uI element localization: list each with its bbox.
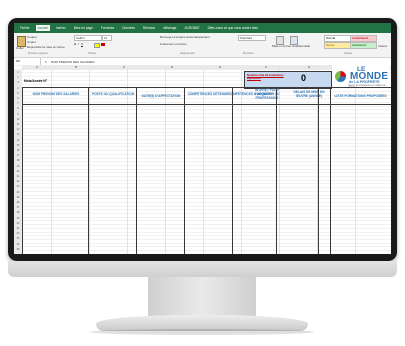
fx-icon[interactable]: fx — [41, 60, 51, 64]
group-label-clipboard: Presse-papiers — [28, 51, 49, 55]
header-interet-formation: INTERET POUR FORMATION OU PROFESSIONS — [254, 88, 280, 100]
bold-button[interactable]: G — [74, 42, 76, 46]
font-name-select[interactable]: Calibri — [74, 35, 102, 41]
tab-insert[interactable]: Insérer — [54, 25, 68, 31]
stand-shadow — [90, 329, 314, 335]
ribbon-tabs: Fichier Accueil Insérer Mise en page For… — [14, 23, 391, 33]
header-dates-affectation: DATE(S) D'AFFECTATION — [141, 94, 181, 98]
style-neutral[interactable]: Neutre — [324, 42, 351, 49]
row-number[interactable]: 35 — [14, 246, 22, 252]
paste-button[interactable]: Coller — [16, 46, 24, 50]
style-bad[interactable]: Insatisfaisant — [350, 35, 377, 42]
cut-button[interactable]: Couper — [27, 35, 37, 39]
header-poste: POSTE OU QUALIFICATION — [91, 92, 135, 96]
total-formations-value[interactable]: 0 — [301, 73, 306, 83]
group-label-alignment: Alignement — [180, 51, 196, 55]
column-header-d[interactable]: D — [148, 65, 197, 70]
ribbon-home: Coller Couper Copier Reproduire la mise … — [14, 33, 391, 58]
header-competences-detenues: COMPETENCES DETENUES — [187, 92, 231, 96]
tab-acrobat[interactable]: ACROBAT — [182, 25, 201, 31]
tab-data[interactable]: Données — [120, 25, 137, 31]
month-year-label: Mois/Année N° — [24, 79, 48, 83]
style-normal[interactable]: Normal — [324, 35, 351, 42]
tab-page-layout[interactable]: Mise en page — [72, 25, 95, 31]
monitor-stand-neck — [148, 277, 256, 317]
header-liste-formations: LISTE FORMATIONS PROPOSEES — [334, 94, 387, 98]
tab-review[interactable]: Révision — [141, 25, 157, 31]
monitor-frame: Fichier Accueil Insérer Mise en page For… — [8, 18, 397, 261]
formula-input[interactable]: NOM PRENOM DES SALARIES — [51, 60, 95, 64]
monitor-chin — [8, 261, 397, 277]
formation-table — [22, 87, 391, 254]
format-painter-button[interactable]: Reproduire la mise en forme — [27, 45, 65, 49]
column-header-b[interactable]: B — [52, 65, 101, 70]
group-label-styles: Styles — [344, 51, 353, 55]
group-label-font: Police — [88, 51, 97, 55]
total-formations-label: Nombre total de formations exprimées — [247, 73, 284, 81]
tab-view[interactable]: Affichage — [161, 25, 178, 31]
column-header-f[interactable]: F — [244, 65, 289, 70]
merge-center-button[interactable]: Fusionner et centrer — [160, 42, 187, 46]
tab-formulas[interactable]: Formules — [99, 25, 116, 31]
column-header-c[interactable]: C — [100, 65, 149, 70]
font-color-icon[interactable] — [101, 43, 105, 46]
header-delais-mise-en-oeuvre: DELAIS DE MISE EN ŒUVRE (ANNEE) — [293, 90, 325, 98]
underline-button[interactable]: S — [81, 42, 83, 46]
tab-home[interactable]: Accueil — [35, 25, 50, 31]
tab-file[interactable]: Fichier — [18, 25, 32, 31]
header-nom-prenom: NOM PRENOM DES SALARIES — [32, 92, 80, 96]
tell-me-box[interactable]: Dites-nous ce que vous voulez faire — [206, 25, 261, 31]
logo-line3: de LA PROPRETE — [349, 80, 380, 84]
insert-cells-button[interactable]: Insérer — [378, 44, 387, 48]
fill-color-icon[interactable] — [94, 43, 100, 48]
column-header-a[interactable]: A — [22, 65, 53, 70]
excel-window: Fichier Accueil Insérer Mise en page For… — [14, 23, 391, 254]
style-good[interactable]: Satisfaisant — [350, 42, 377, 49]
column-header-g[interactable]: G — [288, 65, 331, 70]
logo-swirl-icon — [335, 71, 346, 82]
logo-le-monde-proprete: LE MONDE de LA PROPRETE Sauver la compét… — [332, 65, 390, 89]
wrap-text-button[interactable]: Renvoyer à la ligne automatiquement — [160, 35, 210, 39]
table-format-icon[interactable] — [290, 36, 298, 45]
column-header-e[interactable]: E — [196, 65, 245, 70]
copy-button[interactable]: Copier — [27, 40, 36, 44]
name-box[interactable]: A5 — [14, 58, 41, 65]
group-label-number: Nombre — [243, 51, 254, 55]
font-size-select[interactable]: 11 — [102, 35, 112, 41]
number-format-select[interactable]: Standard — [238, 35, 266, 41]
italic-button[interactable]: I — [78, 42, 79, 46]
